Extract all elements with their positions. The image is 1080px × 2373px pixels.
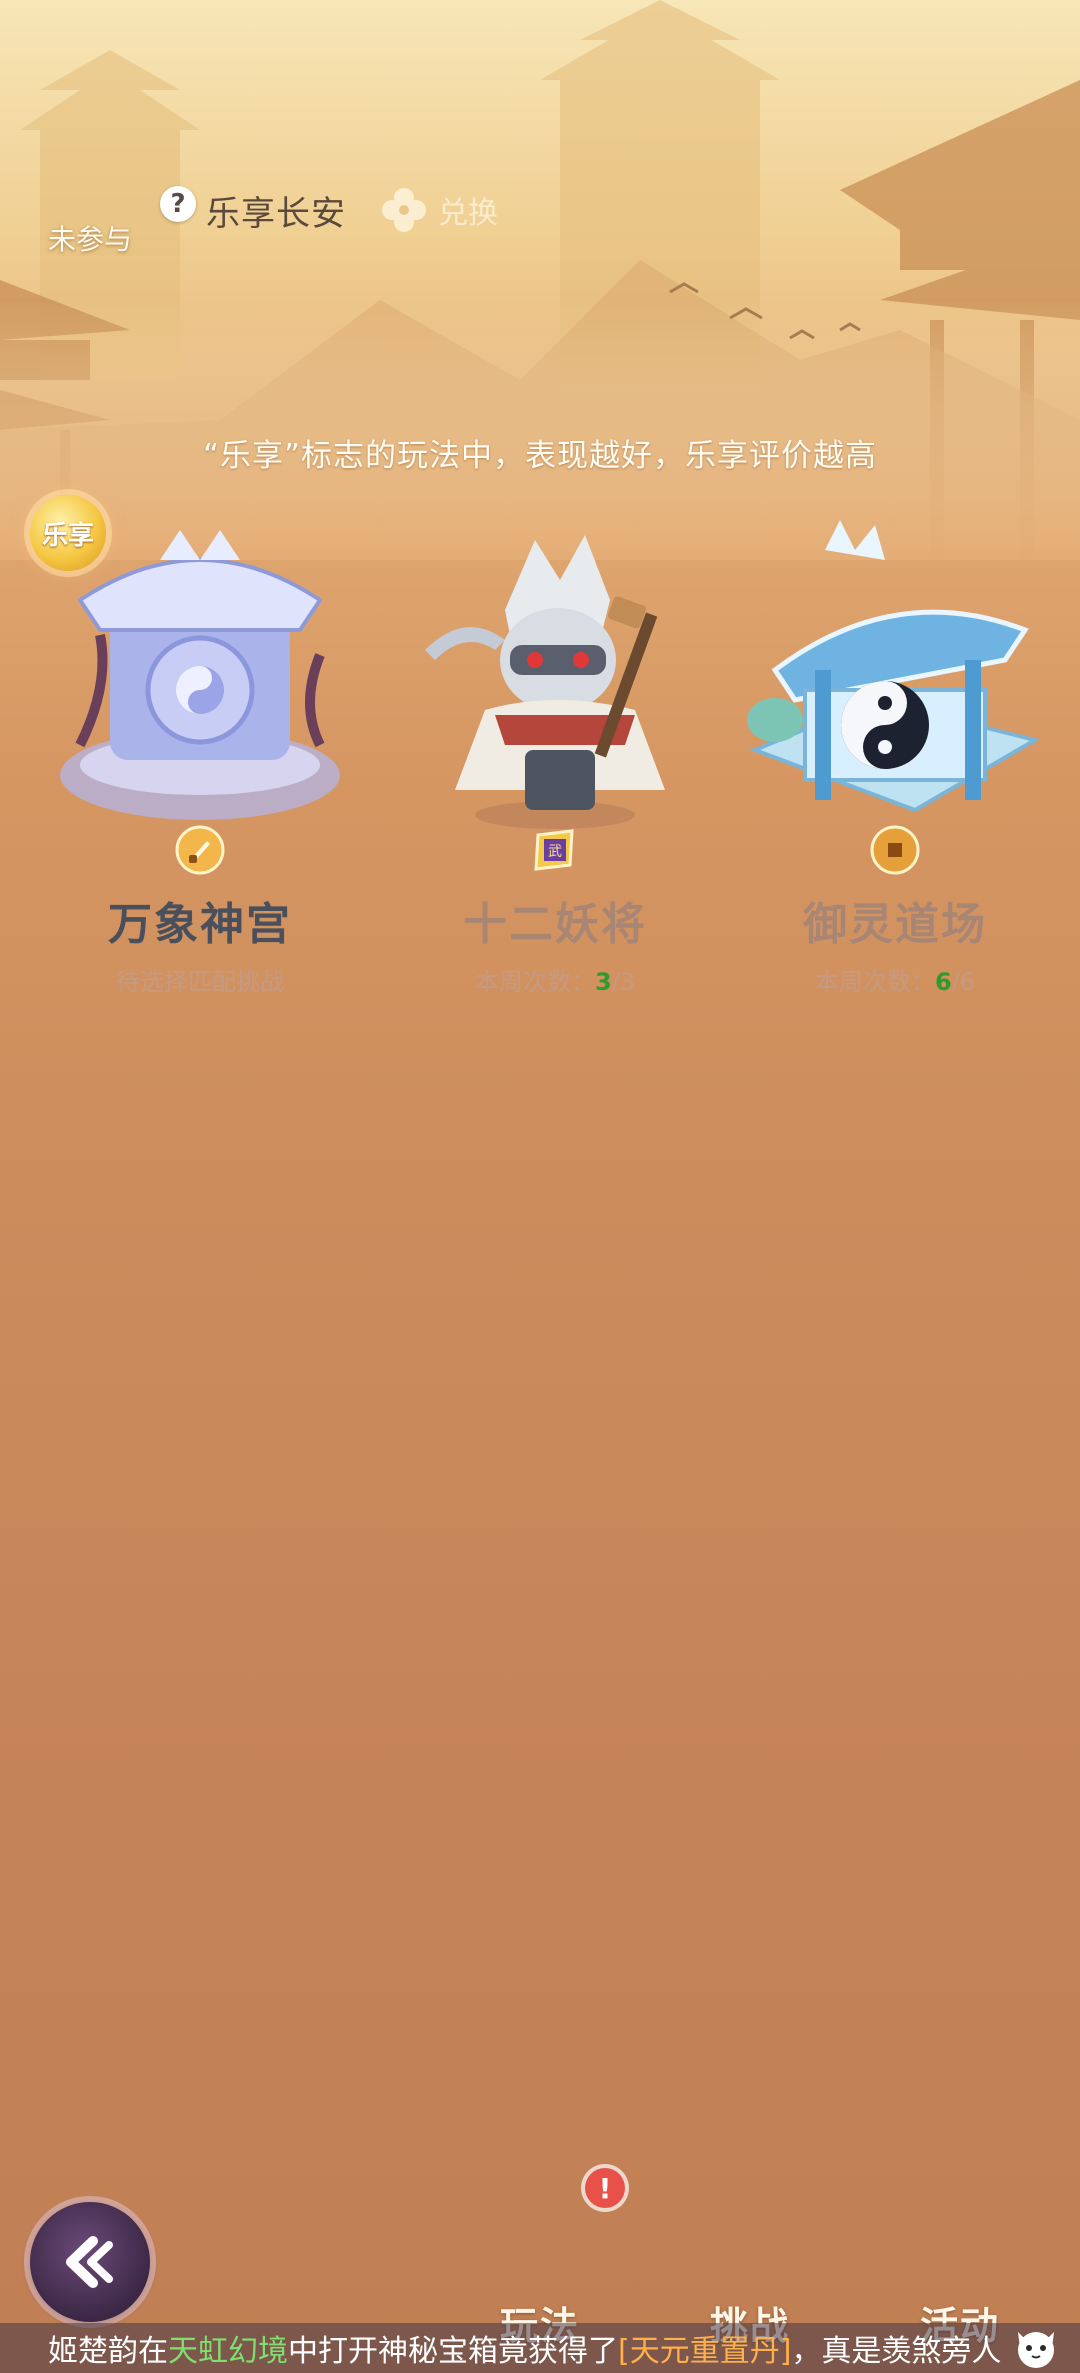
weekly-count-total: /6 [951, 968, 976, 996]
svg-text:武: 武 [548, 844, 562, 860]
mode-card-wanxiang[interactable]: 万象神宫 待选择匹配挑战 [40, 520, 360, 1010]
cat-mascot-icon [1018, 2332, 1054, 2368]
help-icon[interactable]: ? [160, 186, 196, 222]
ticker-item: [天元重置丹] [618, 2334, 792, 2369]
weekly-count-label: 本周次数： [814, 968, 935, 996]
back-arrow-icon [66, 2236, 113, 2288]
palace-background-illustration [0, 0, 1080, 560]
copper-coin-icon [870, 825, 920, 875]
dojo-pavilion-illustration [747, 520, 1041, 813]
weekly-count-total: /3 [611, 968, 636, 996]
palace-gate-illustration [60, 530, 340, 820]
mode-card-shier-yaojiang[interactable]: 武 十二妖将 本周次数：3/3 [395, 520, 715, 1010]
purple-token-icon: 武 [534, 829, 574, 871]
weekly-count: 本周次数：6/6 [735, 962, 1055, 997]
weekly-count: 本周次数：3/3 [395, 962, 715, 997]
ticker-text: 在 [138, 2334, 168, 2369]
ticker-text: ，真是羡煞旁人 [791, 2334, 1002, 2369]
demon-general-illustration [425, 535, 665, 829]
broadcast-ticker: 姬楚韵在天虹幻境 中打开神秘宝箱竟获得了 [天元重置丹] ，真是羡煞旁人 [0, 2323, 1080, 2373]
mode-name: 十二妖将 [463, 899, 647, 950]
alert-icon[interactable]: ! [585, 2168, 625, 2208]
ticker-player: 姬楚韵 [48, 2334, 138, 2369]
ticker-text: 中打开神秘宝箱竟获得了 [288, 2334, 618, 2369]
back-button[interactable] [30, 2202, 150, 2322]
ticker-place: 天虹幻境 [168, 2334, 288, 2369]
clover-icon [382, 188, 426, 232]
sword-token-icon [175, 825, 225, 875]
page-title: 乐享长安 [206, 194, 346, 234]
exchange-label: 兑换 [438, 196, 498, 231]
weekly-count-current: 6 [934, 968, 952, 996]
mode-name: 御灵道场 [803, 899, 987, 950]
mode-status: 待选择匹配挑战 [116, 968, 284, 996]
participation-status: 未参与 [48, 223, 133, 256]
exchange-button[interactable]: 兑换 [380, 186, 498, 234]
subtitle: “乐享”标志的玩法中，表现越好，乐享评价越高 [202, 438, 878, 474]
mode-card-yuling-daochang[interactable]: 御灵道场 本周次数：6/6 [735, 520, 1055, 1010]
mode-name: 万象神宫 [108, 899, 292, 950]
weekly-count-label: 本周次数： [474, 968, 595, 996]
weekly-count-current: 3 [594, 968, 612, 996]
